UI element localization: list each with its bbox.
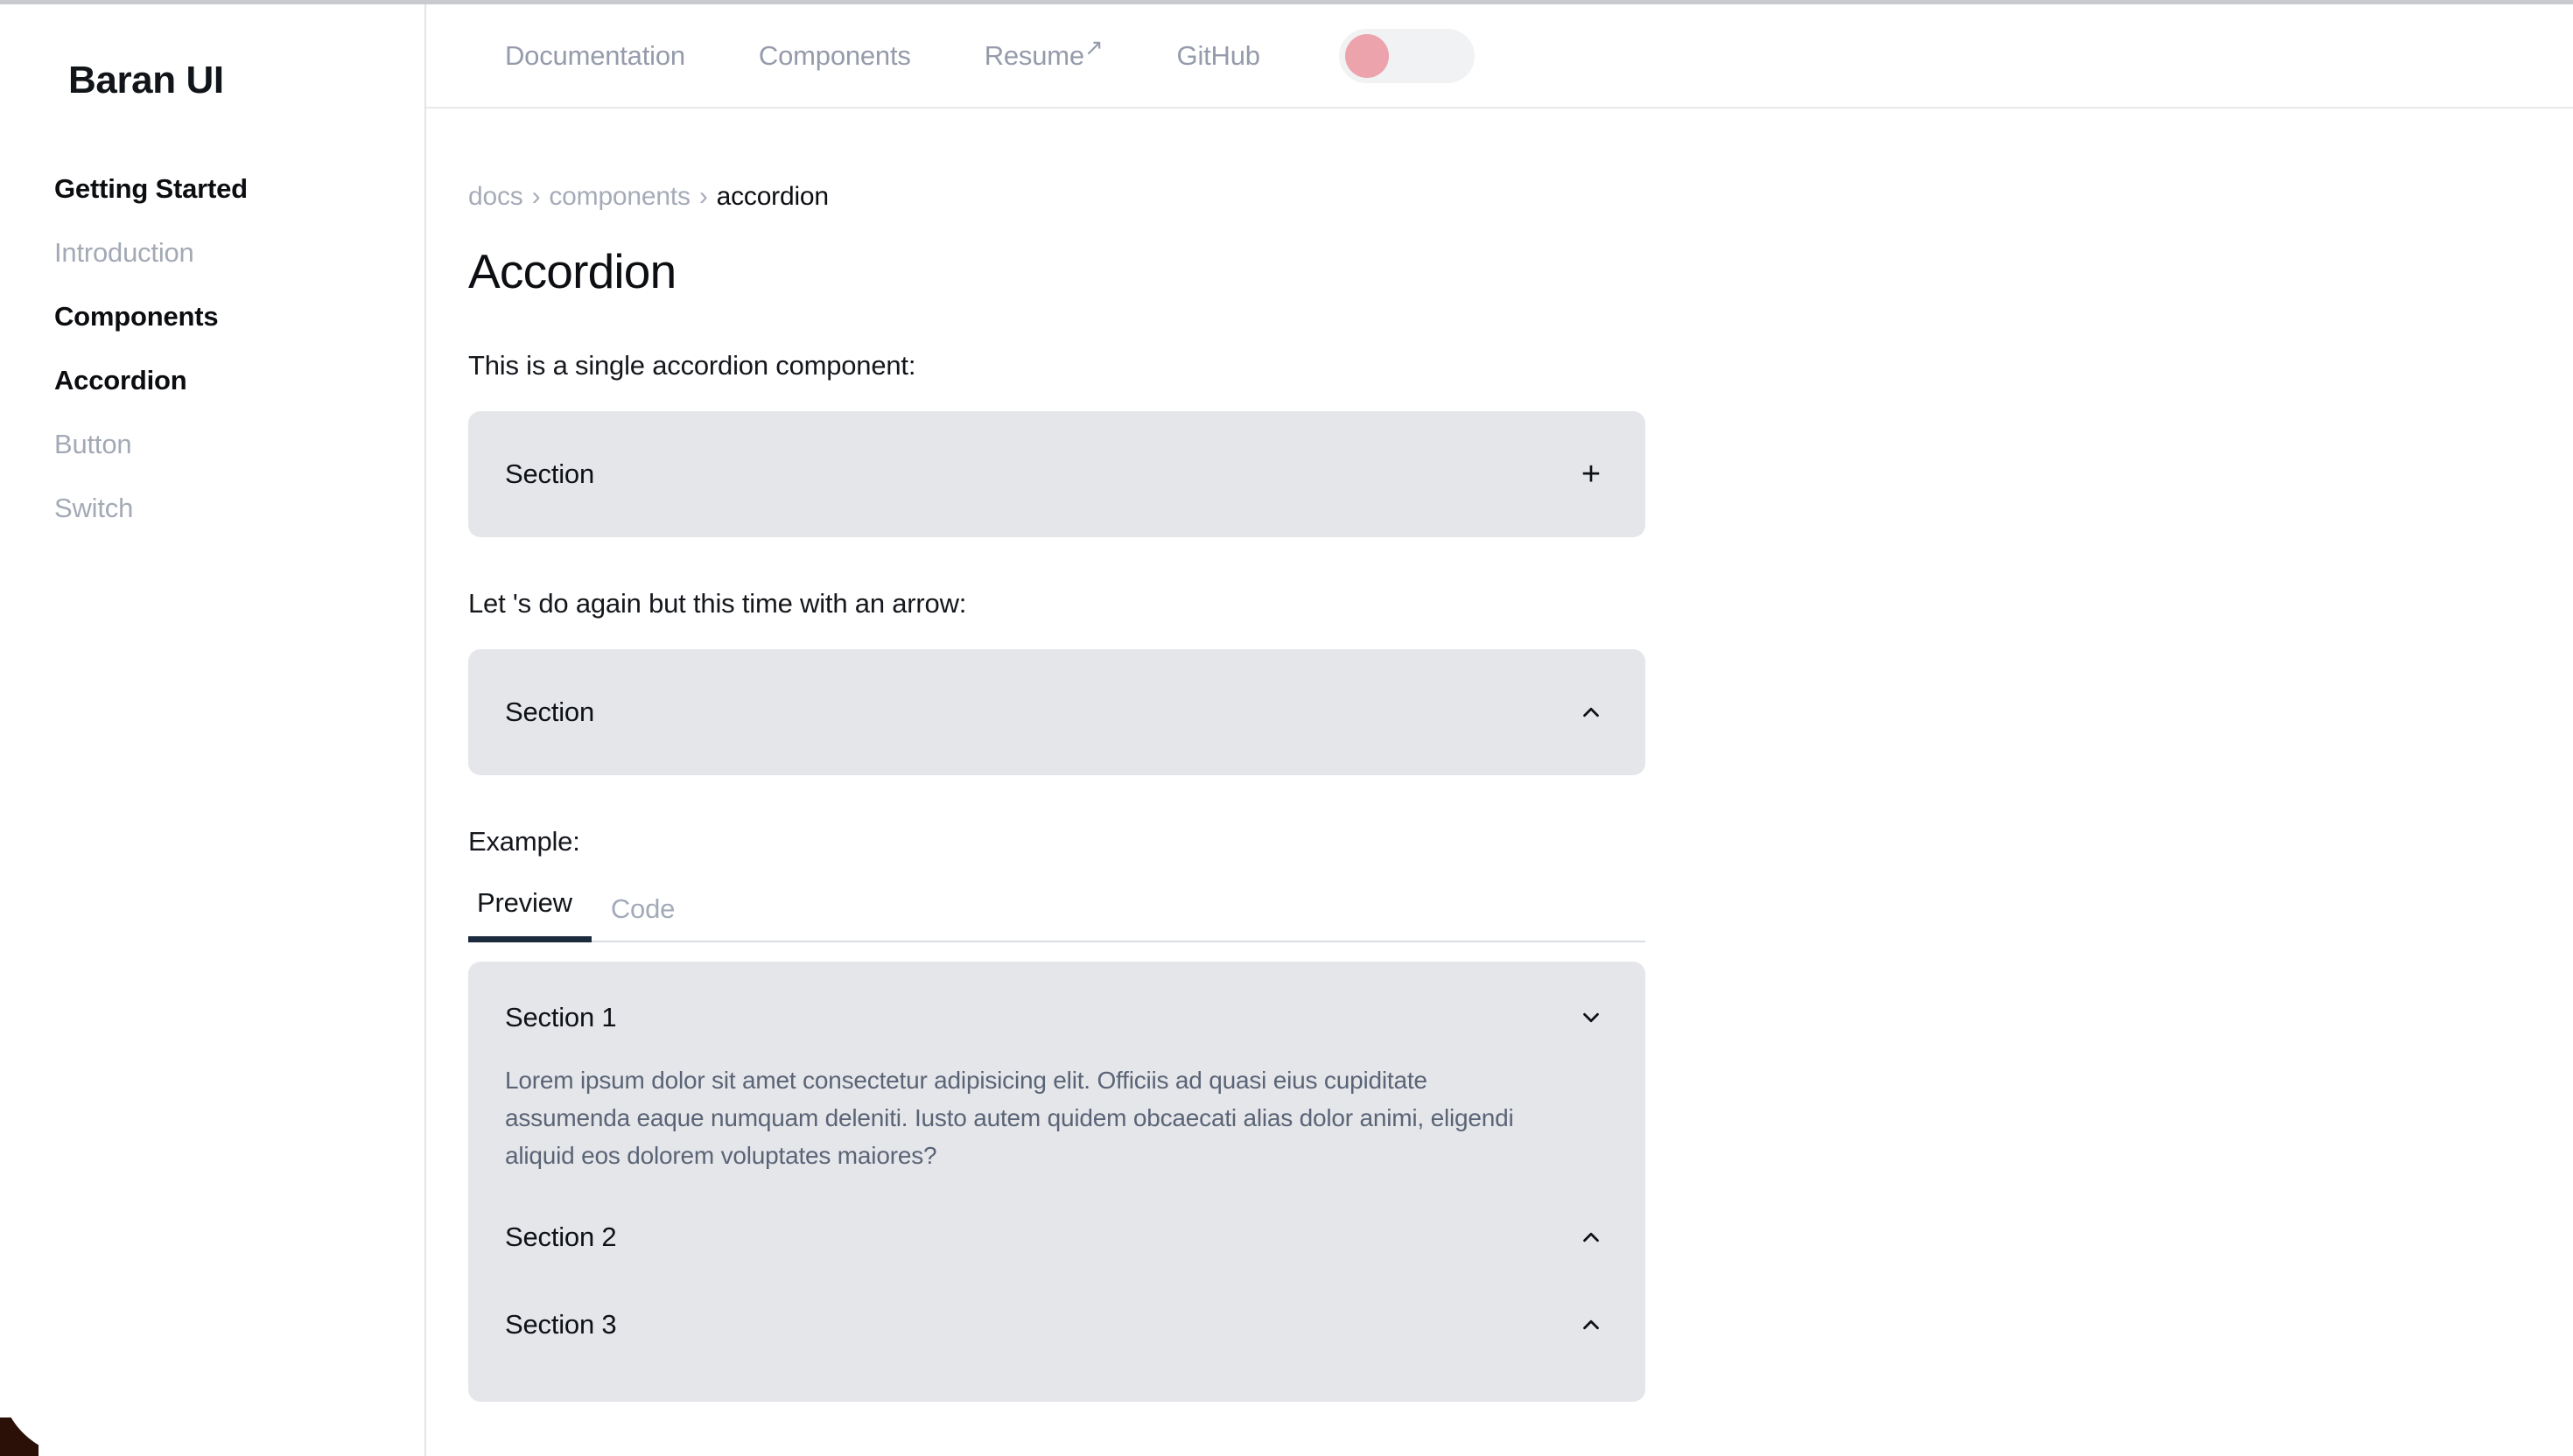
top-header: Documentation Components Resume↗ GitHub [426,4,2573,108]
accordion-multi: Section 1 Lorem ipsum dolor sit amet con… [468,962,1645,1403]
topnav-label: Documentation [505,39,685,71]
content-area: docs › components › accordion Accordion … [426,108,2573,1456]
sidebar-item-accordion[interactable]: Accordion [54,348,424,412]
accordion-header-row[interactable]: Section 1 [468,993,1645,1042]
sidebar: Baran UI Getting Started Introduction Co… [0,4,426,1456]
accordion-single-arrow: Section [468,649,1645,775]
topnav-link-components[interactable]: Components [722,40,948,72]
main-column: Documentation Components Resume↗ GitHub … [426,4,2573,1456]
accordion-single-plus: Section + [468,411,1645,537]
accordion-item-section-2: Section 2 [468,1213,1645,1262]
accordion-header-row[interactable]: Section 2 [468,1213,1645,1262]
example-tabs: Preview Code [468,887,1645,942]
chevron-up-icon[interactable] [1574,1307,1609,1342]
topnav-link-github[interactable]: GitHub [1140,40,1297,72]
accordion-title: Section 3 [505,1309,617,1340]
accordion-body: Lorem ipsum dolor sit amet consectetur a… [505,1067,1514,1170]
theme-toggle-knob [1344,33,1389,78]
intro-text-arrow: Let 's do again but this time with an ar… [468,588,967,619]
topnav-label: Resume [984,39,1084,71]
sidebar-nav: Getting Started Introduction Components … [0,157,424,540]
sidebar-item-getting-started[interactable]: Getting Started [54,157,424,220]
example-label: Example: [468,826,580,857]
breadcrumb-item-accordion: accordion [716,182,829,211]
app-root: Baran UI Getting Started Introduction Co… [0,0,2573,1456]
theme-toggle-switch[interactable] [1338,28,1475,83]
accordion-title: Section 1 [505,1002,617,1032]
breadcrumb: docs › components › accordion [468,182,1645,212]
brand-logo[interactable]: Baran UI [0,4,424,102]
breadcrumb-separator-icon: › [698,182,708,211]
intro-text-single: This is a single accordion component: [468,350,916,381]
tab-preview[interactable]: Preview [468,887,592,942]
plus-icon[interactable]: + [1574,457,1609,492]
topnav-link-documentation[interactable]: Documentation [468,40,722,72]
tab-code[interactable]: Code [592,893,694,942]
breadcrumb-item-components[interactable]: components [549,182,691,212]
accordion-title: Section [505,458,594,489]
accordion-item-section-3: Section 3 [468,1300,1645,1349]
sidebar-item-components[interactable]: Components [54,284,424,348]
accordion-title: Section 2 [505,1222,617,1253]
accordion-header-row[interactable]: Section [468,649,1645,775]
sidebar-item-button[interactable]: Button [54,412,424,476]
breadcrumb-separator-icon: › [531,182,541,211]
breadcrumb-item-docs[interactable]: docs [468,182,523,212]
page-title: Accordion [468,244,677,298]
chevron-down-icon[interactable] [1574,1000,1609,1035]
accordion-header-row[interactable]: Section 3 [468,1300,1645,1349]
top-navigation: Documentation Components Resume↗ GitHub [468,36,1297,72]
accordion-header-row[interactable]: Section + [468,411,1645,537]
sidebar-item-introduction[interactable]: Introduction [54,220,424,284]
plus-glyph: + [1581,456,1602,493]
chevron-up-icon[interactable] [1574,695,1609,730]
page-layout: Baran UI Getting Started Introduction Co… [0,4,2573,1456]
accordion-title: Section [505,696,594,727]
chevron-up-icon[interactable] [1574,1220,1609,1255]
topnav-label: GitHub [1176,39,1260,71]
accordion-item-section-1: Section 1 Lorem ipsum dolor sit amet con… [468,993,1645,1174]
content-inner: docs › components › accordion Accordion … [468,108,1645,1403]
sidebar-item-switch[interactable]: Switch [54,476,424,540]
topnav-link-resume[interactable]: Resume↗ [948,36,1140,72]
topnav-label: Components [758,39,911,71]
